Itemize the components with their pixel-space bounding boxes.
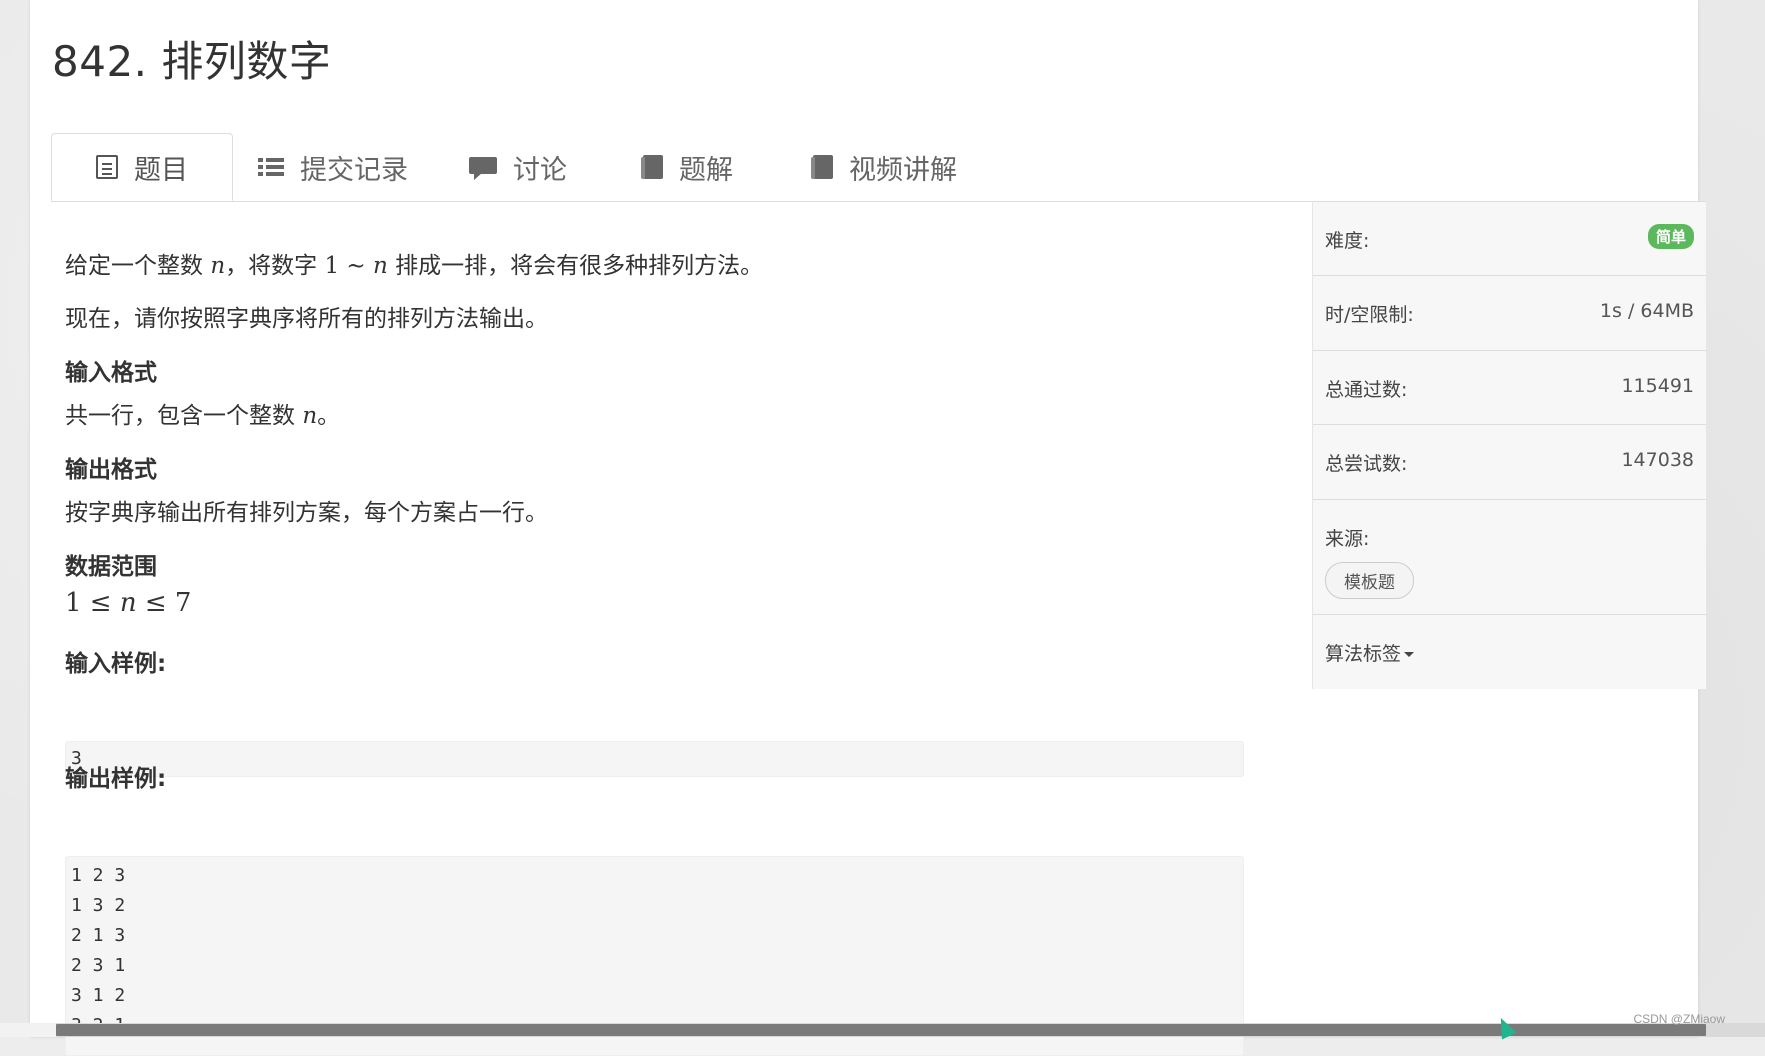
passed-row: 总通过数: 115491: [1313, 351, 1706, 425]
algorithm-tags-label: 算法标签: [1325, 643, 1402, 665]
input-format-text: 共一行，包含一个整数 n。: [65, 396, 340, 430]
limit-label: 时/空限制:: [1325, 304, 1414, 326]
caret-down-icon: [1404, 652, 1415, 657]
problem-info-panel: 难度: 简单 时/空限制: 1s / 64MB 总通过数: 115491 总尝试…: [1312, 201, 1706, 689]
scrollbar-thumb[interactable]: [56, 1024, 1706, 1036]
math-text: 1 ≤: [65, 588, 120, 618]
passed-value: 115491: [1621, 375, 1694, 397]
algorithm-tags-row[interactable]: 算法标签: [1313, 615, 1706, 689]
output-format-text: 按字典序输出所有排列方案，每个方案占一行。: [65, 500, 548, 526]
description-line-2: 现在，请你按照字典序将所有的排列方法输出。: [65, 306, 548, 332]
sample-input-block[interactable]: 3: [65, 741, 1244, 777]
attempts-row: 总尝试数: 147038: [1313, 425, 1706, 500]
math-var: n: [119, 588, 137, 618]
tab-label: 提交记录: [300, 154, 408, 186]
text: 共一行，包含一个整数: [65, 403, 303, 429]
page-title: 842. 排列数字: [52, 37, 332, 86]
list-icon: [258, 156, 284, 178]
data-range-formula: 1 ≤ n ≤ 7: [65, 588, 191, 618]
code-line: 2 3 1: [71, 955, 126, 976]
math-text: ≤ 7: [136, 588, 192, 618]
tab-bar: 题目 提交记录 讨论 题解 视频讲解: [51, 133, 1677, 202]
tab-discussion[interactable]: 讨论: [469, 133, 567, 201]
code-line: 1 2 3: [71, 865, 126, 886]
data-range-heading: 数据范围: [65, 554, 157, 580]
math-var: n: [372, 253, 388, 279]
text: 给定一个整数: [65, 253, 211, 279]
code-line: 3 1 2: [71, 985, 126, 1006]
code-line: 1 3 2: [71, 895, 126, 916]
tab-label: 讨论: [513, 154, 567, 186]
book-icon: [641, 154, 663, 180]
difficulty-row: 难度: 简单: [1313, 201, 1706, 276]
math-range: 1 ∼: [324, 253, 373, 279]
tab-submissions[interactable]: 提交记录: [258, 133, 408, 201]
source-label: 来源:: [1325, 528, 1370, 550]
tab-solutions[interactable]: 题解: [641, 133, 733, 201]
problem-card: 842. 排列数字 题目 提交记录 讨论 题解 视频讲解 给定一个整数 n，将数…: [30, 0, 1706, 1056]
list-alt-icon: [96, 155, 118, 179]
source-row: 来源: 模板题: [1313, 500, 1706, 615]
input-format-heading: 输入格式: [65, 360, 157, 386]
code-line: 2 1 3: [71, 925, 126, 946]
text: 。: [317, 403, 341, 429]
code-line: 3: [71, 748, 82, 769]
source-tag[interactable]: 模板题: [1325, 562, 1414, 599]
difficulty-badge: 简单: [1647, 224, 1694, 249]
book-icon: [811, 154, 833, 180]
passed-label: 总通过数:: [1325, 379, 1408, 401]
tab-label: 题解: [679, 154, 733, 186]
limit-value: 1s / 64MB: [1599, 300, 1694, 322]
comment-icon: [469, 155, 497, 180]
math-var: n: [210, 253, 226, 279]
attempts-value: 147038: [1621, 449, 1694, 471]
difficulty-label: 难度:: [1325, 230, 1370, 252]
watermark: CSDN @ZMiaow: [1633, 1012, 1725, 1026]
tab-problem[interactable]: 题目: [51, 133, 233, 201]
description-line-1: 给定一个整数 n，将数字 1 ∼ n 排成一排，将会有很多种排列方法。: [65, 246, 763, 280]
sample-output-heading: 输出样例:: [65, 766, 167, 792]
tab-video[interactable]: 视频讲解: [811, 133, 957, 201]
text: 排成一排，将会有很多种排列方法。: [387, 253, 764, 279]
limit-row: 时/空限制: 1s / 64MB: [1313, 276, 1706, 351]
tab-label: 视频讲解: [849, 154, 957, 186]
tab-label: 题目: [134, 154, 188, 186]
math-var: n: [302, 403, 318, 429]
attempts-label: 总尝试数:: [1325, 453, 1408, 475]
text: ，将数字: [225, 253, 325, 279]
sample-input-heading: 输入样例:: [65, 651, 167, 677]
scrollbar-track: [0, 1023, 56, 1037]
algorithm-tags-toggle[interactable]: 算法标签: [1325, 639, 1415, 666]
output-format-heading: 输出格式: [65, 457, 157, 483]
